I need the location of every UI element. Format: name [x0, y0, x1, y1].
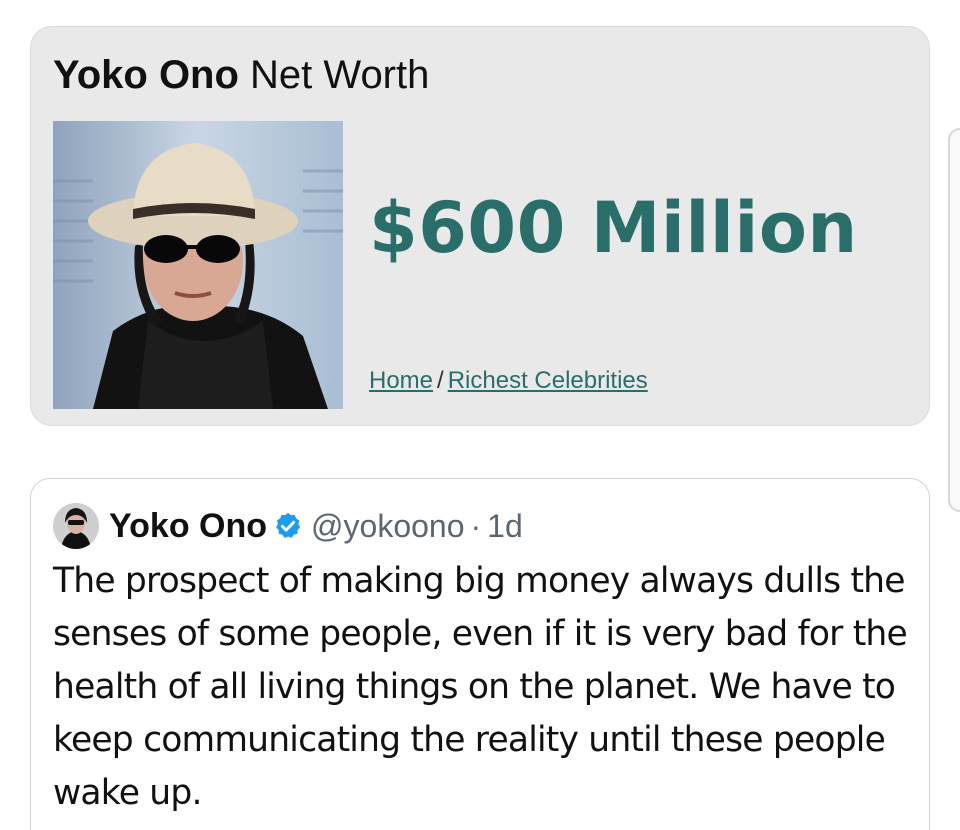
author-name[interactable]: Yoko Ono	[109, 507, 267, 546]
side-scroll-panel[interactable]	[948, 128, 960, 512]
tweet-timestamp[interactable]: 1d	[487, 508, 523, 545]
net-worth-amount: $600 Million	[369, 187, 858, 269]
celebrity-name: Yoko Ono	[53, 53, 239, 97]
author-handle[interactable]: @yokoono	[311, 508, 464, 545]
tweet-text: The prospect of making big money always …	[53, 561, 908, 813]
breadcrumb-category-link[interactable]: Richest Celebrities	[448, 367, 648, 394]
verified-badge-icon	[276, 512, 301, 538]
avatar-image	[53, 503, 99, 549]
screenshot-page: Yoko Ono Net Worth $600 Million Home / R…	[0, 0, 960, 830]
celebrity-photo	[53, 121, 343, 409]
net-worth-card: Yoko Ono Net Worth $600 Million Home / R…	[30, 26, 930, 426]
tweet-header: Yoko Ono @yokoono · 1d	[53, 503, 523, 549]
net-worth-title: Yoko Ono Net Worth	[53, 53, 429, 98]
net-worth-label: Net Worth	[250, 53, 430, 97]
meta-separator: ·	[470, 507, 482, 544]
breadcrumb: Home / Richest Celebrities	[369, 367, 648, 395]
avatar[interactable]	[53, 503, 99, 549]
breadcrumb-separator: /	[437, 367, 444, 394]
tweet-card[interactable]: Yoko Ono @yokoono · 1d The prospect of m…	[30, 478, 930, 830]
breadcrumb-home-link[interactable]: Home	[369, 367, 433, 394]
celebrity-photo-illustration	[53, 121, 343, 409]
